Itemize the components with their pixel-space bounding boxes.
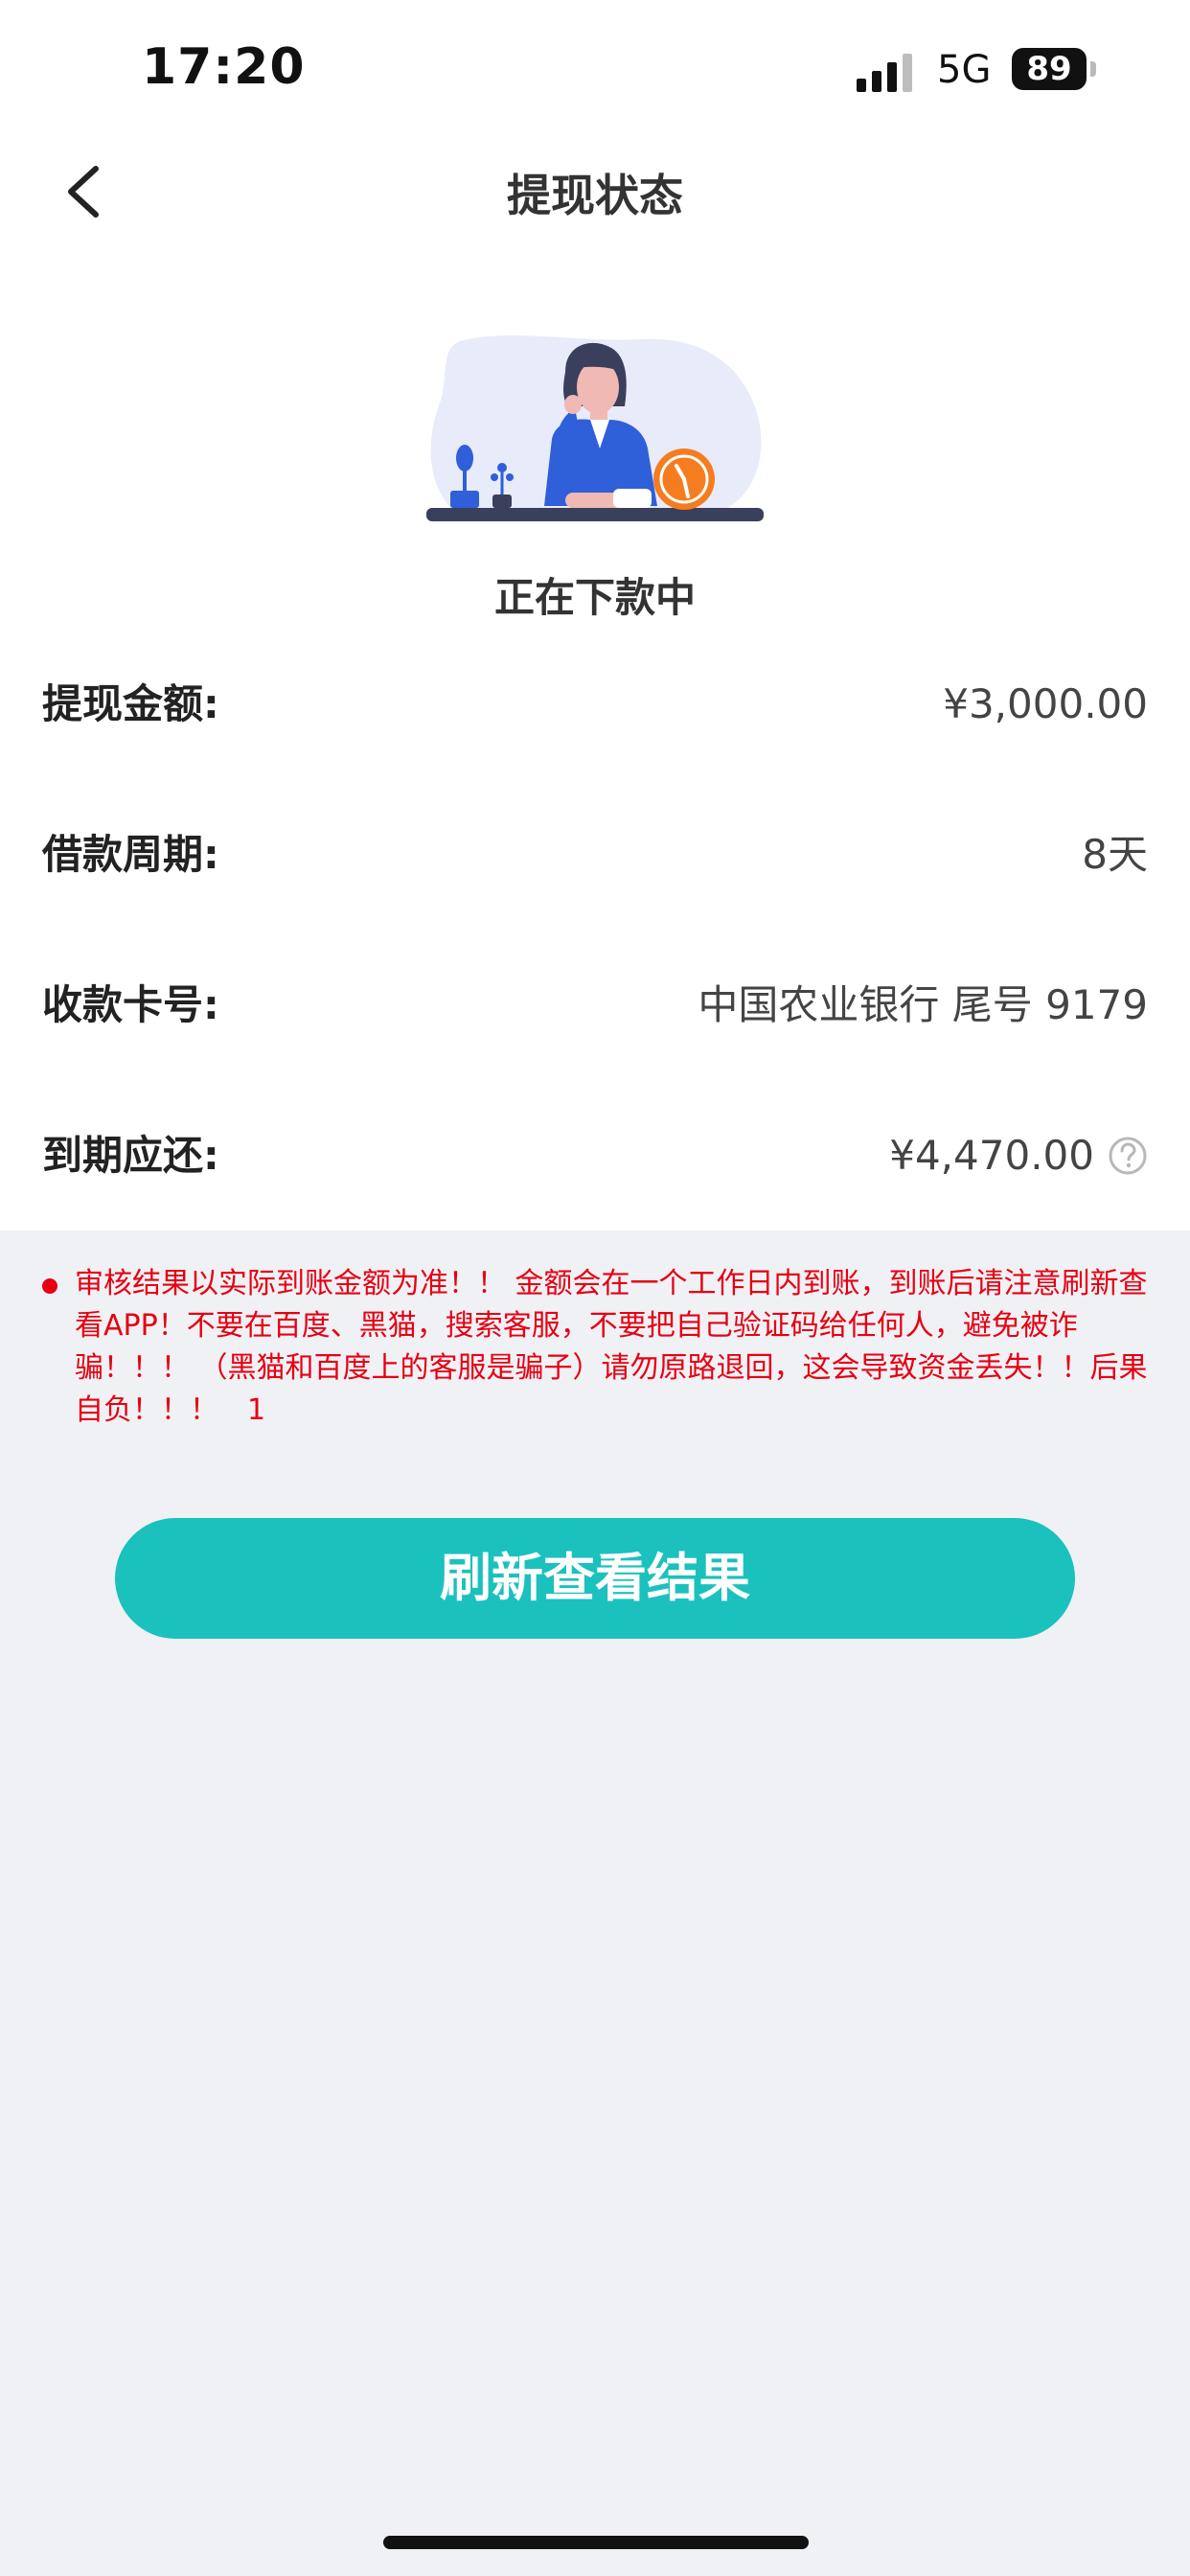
detail-value: 8天 bbox=[1082, 831, 1148, 878]
detail-label: 到期应还: bbox=[42, 1132, 219, 1179]
question-icon[interactable] bbox=[1108, 1136, 1148, 1176]
network-type: 5G bbox=[937, 48, 992, 92]
warning-dot-icon bbox=[42, 1278, 57, 1294]
detail-row-card-number: 收款卡号: 中国农业银行 尾号 9179 bbox=[42, 972, 1148, 1039]
detail-value: ¥3,000.00 bbox=[943, 680, 1148, 727]
detail-row-withdraw-amount: 提现金额: ¥3,000.00 bbox=[42, 671, 1148, 738]
detail-row-loan-period: 借款周期: 8天 bbox=[42, 821, 1148, 888]
detail-value: 中国农业银行 尾号 9179 bbox=[698, 981, 1148, 1028]
battery-icon: 89 bbox=[1012, 48, 1087, 90]
warning-text: 审核结果以实际到账金额为准！！ 金额会在一个工作日内到账，到账后请注意刷新查看A… bbox=[75, 1267, 1148, 1427]
detail-label: 提现金额: bbox=[42, 680, 219, 727]
battery-level: 89 bbox=[1026, 50, 1072, 88]
detail-row-due-amount: 到期应还: ¥4,470.00 bbox=[42, 1122, 1148, 1189]
refresh-result-button[interactable]: 刷新查看结果 bbox=[115, 1518, 1075, 1639]
page-title: 提现状态 bbox=[507, 170, 683, 221]
status-text: 正在下款中 bbox=[493, 574, 696, 621]
detail-value: ¥4,470.00 bbox=[889, 1132, 1094, 1179]
signal-icon bbox=[857, 54, 912, 92]
back-arrow-icon[interactable] bbox=[57, 161, 111, 222]
home-indicator[interactable] bbox=[383, 2536, 809, 2549]
waiting-illustration bbox=[426, 335, 764, 521]
battery-cap bbox=[1090, 61, 1096, 77]
detail-label: 借款周期: bbox=[42, 831, 219, 878]
detail-label: 收款卡号: bbox=[42, 981, 219, 1028]
status-time: 17:20 bbox=[142, 38, 306, 96]
